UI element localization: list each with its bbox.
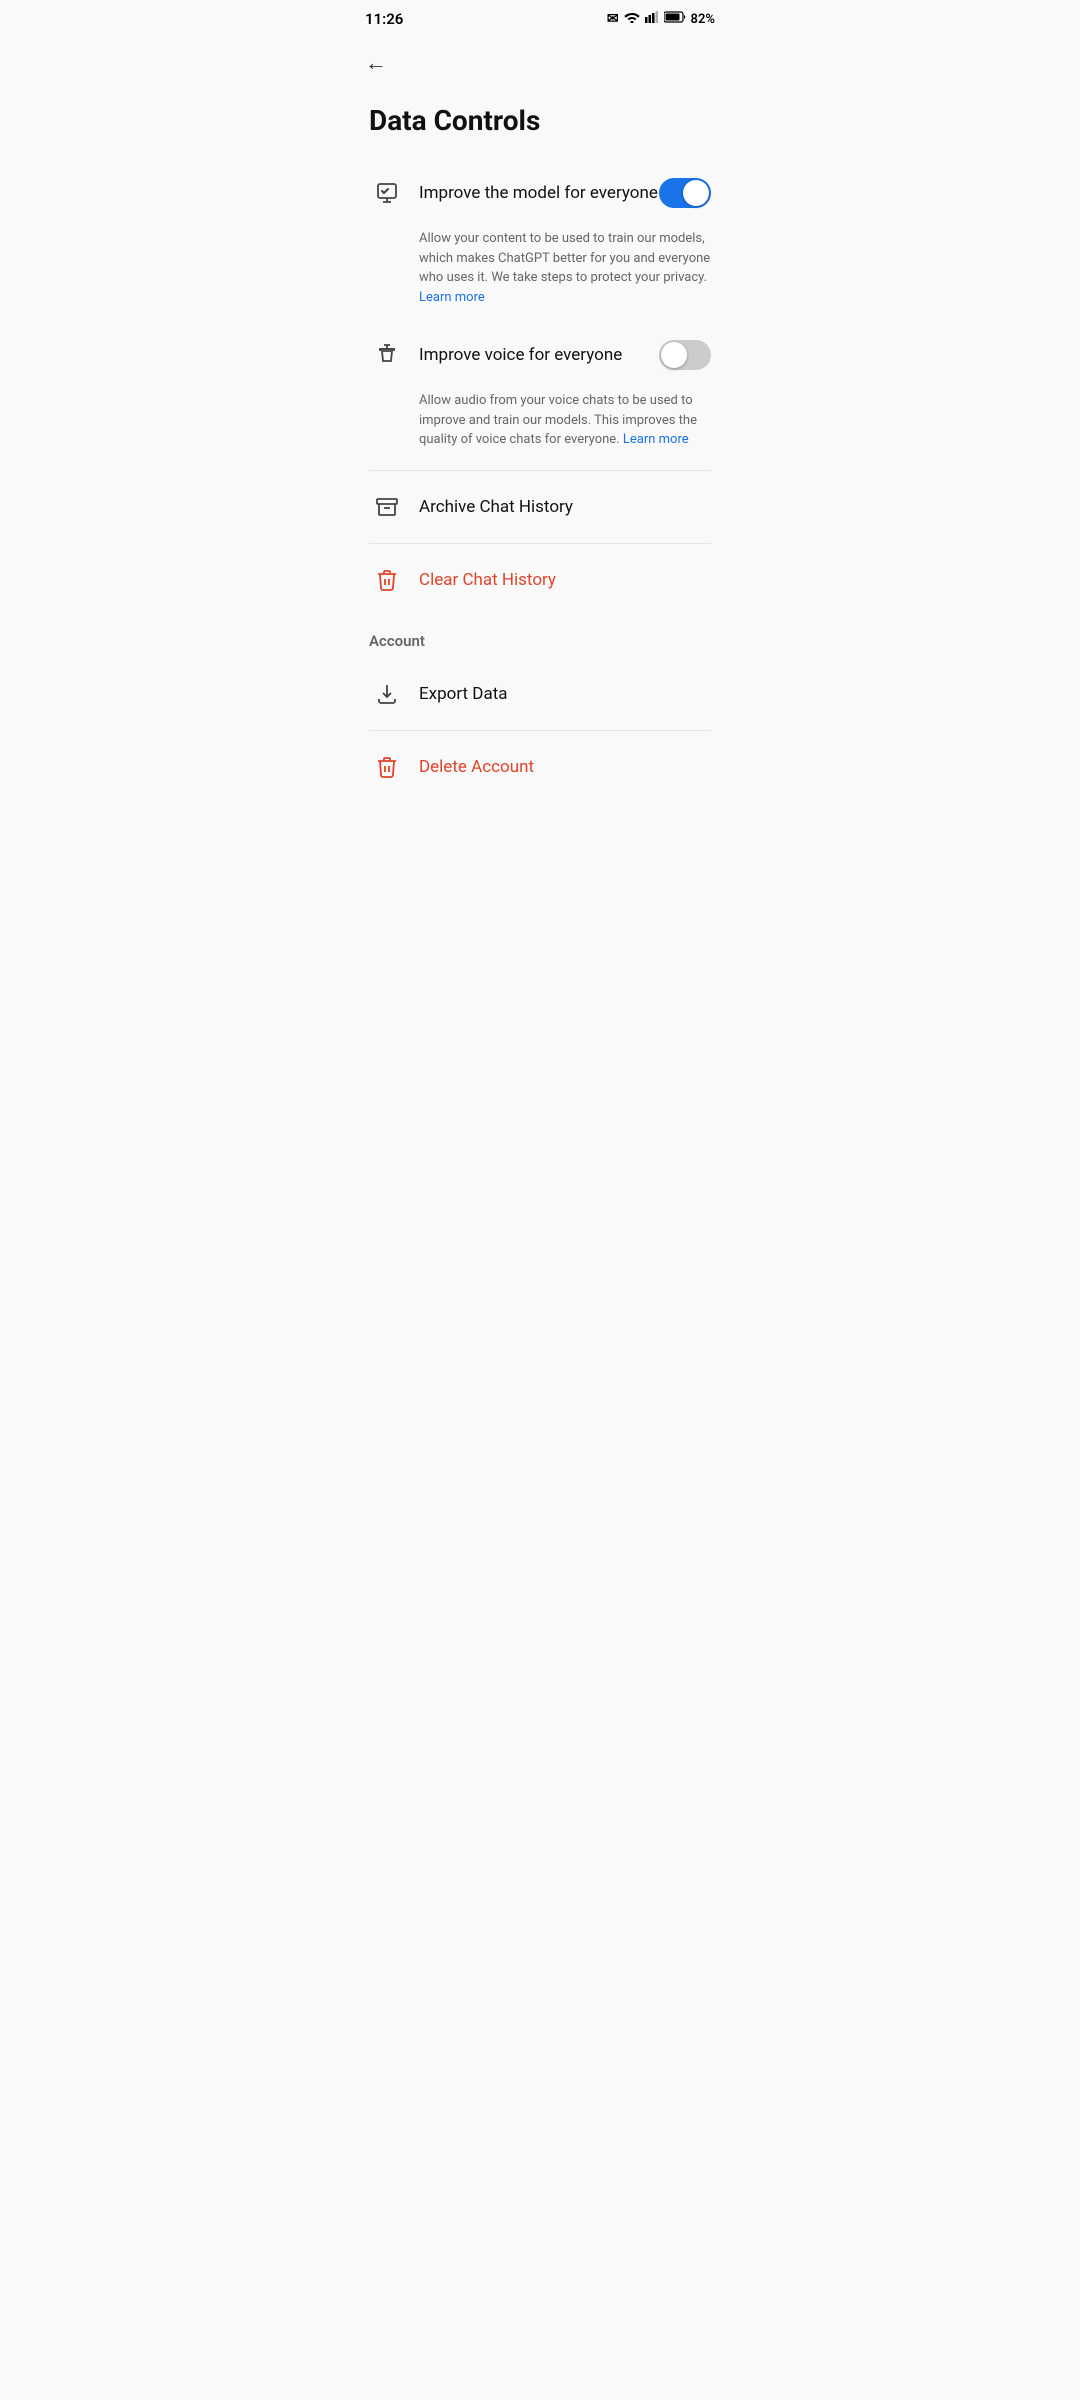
clear-chat-history-item[interactable]: Clear Chat History — [361, 548, 719, 612]
clear-chat-icon — [369, 562, 405, 598]
improve-voice-description: Allow audio from your voice chats to be … — [361, 387, 719, 466]
improve-model-description: Allow your content to be used to train o… — [361, 225, 719, 323]
back-button[interactable]: ← — [345, 34, 735, 84]
improve-model-item[interactable]: Improve the model for everyone — [361, 161, 719, 225]
divider-2 — [369, 543, 711, 544]
delete-account-label: Delete Account — [419, 757, 711, 777]
signal-icon — [645, 11, 659, 27]
back-arrow-icon: ← — [365, 51, 387, 76]
data-controls-section: Improve the model for everyone Allow you… — [345, 161, 735, 612]
improve-model-label: Improve the model for everyone — [419, 183, 659, 203]
improve-voice-learn-more[interactable]: Learn more — [623, 432, 689, 447]
divider-3 — [369, 730, 711, 731]
export-data-icon — [369, 676, 405, 712]
status-bar: 11:26 ✉ 82% — [345, 0, 735, 34]
wifi-icon — [624, 11, 640, 27]
improve-voice-icon — [369, 337, 405, 373]
account-section: Export Data Delete Account — [345, 662, 735, 799]
export-data-item[interactable]: Export Data — [361, 662, 719, 726]
improve-model-learn-more[interactable]: Learn more — [419, 290, 485, 305]
delete-account-item[interactable]: Delete Account — [361, 735, 719, 799]
mail-icon: ✉ — [607, 11, 619, 27]
clear-chat-label: Clear Chat History — [419, 570, 711, 590]
status-time: 11:26 — [365, 10, 403, 28]
battery-percent: 82% — [691, 12, 715, 27]
improve-model-toggle[interactable] — [659, 178, 711, 208]
archive-chat-label: Archive Chat History — [419, 497, 711, 517]
status-icons: ✉ 82% — [607, 11, 715, 27]
delete-account-icon — [369, 749, 405, 785]
page-title: Data Controls — [345, 84, 735, 161]
improve-voice-toggle[interactable] — [659, 340, 711, 370]
divider-1 — [369, 470, 711, 471]
archive-chat-icon — [369, 489, 405, 525]
improve-voice-item[interactable]: Improve voice for everyone — [361, 323, 719, 387]
battery-icon — [664, 11, 686, 27]
archive-chat-history-item[interactable]: Archive Chat History — [361, 475, 719, 539]
improve-voice-label: Improve voice for everyone — [419, 345, 659, 365]
improve-model-icon — [369, 175, 405, 211]
account-section-header: Account — [345, 612, 735, 662]
export-data-label: Export Data — [419, 684, 711, 704]
